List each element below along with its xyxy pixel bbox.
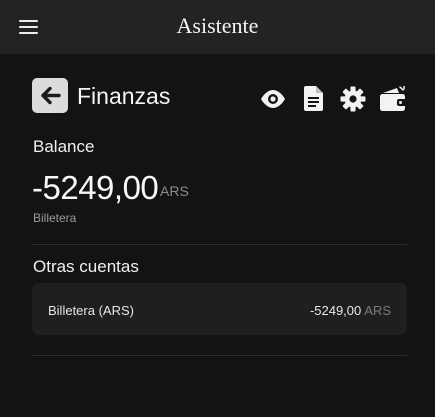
account-amount: -5249,00: [309, 303, 362, 318]
arrow-left-icon: [41, 86, 61, 105]
app-title: Asistente: [176, 13, 259, 38]
balance-label: Balance: [33, 137, 95, 156]
page-title: Finanzas: [77, 83, 171, 109]
document-icon[interactable]: [304, 86, 323, 111]
balance-account-name: Billetera: [33, 211, 77, 225]
wallet-icon[interactable]: [380, 86, 407, 111]
account-row-billetera[interactable]: Billetera (ARS) -5249,00 ARS: [32, 283, 407, 335]
balance-amount: -5249,00: [32, 169, 159, 206]
account-currency: ARS: [364, 303, 391, 318]
divider: [32, 355, 407, 356]
gear-icon[interactable]: [340, 86, 366, 112]
eye-icon[interactable]: [260, 89, 286, 109]
other-accounts-title: Otras cuentas: [33, 257, 139, 276]
top-app-bar: Asistente: [0, 0, 435, 54]
account-name: Billetera (ARS): [48, 303, 134, 318]
account-amount-group: -5249,00 ARS: [310, 303, 391, 318]
back-button[interactable]: [32, 78, 68, 113]
divider: [32, 244, 407, 245]
balance-currency: ARS: [160, 183, 189, 199]
